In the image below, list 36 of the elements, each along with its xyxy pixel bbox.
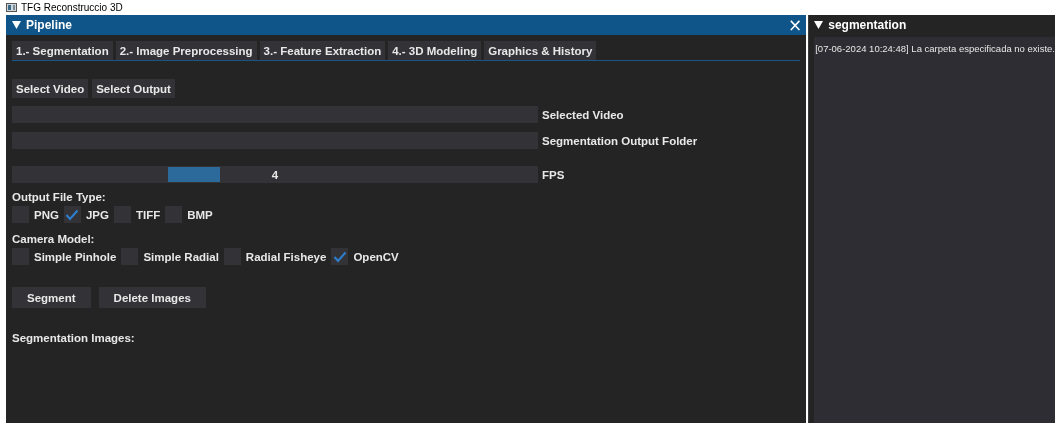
action-button[interactable]: Segment: [12, 287, 91, 308]
tab[interactable]: 3.- Feature Extraction: [259, 41, 386, 60]
collapse-triangle-icon[interactable]: [12, 21, 21, 29]
slider-handle[interactable]: [168, 167, 221, 182]
section-label: Segmentation Images:: [12, 332, 136, 344]
pipeline-title: Pipeline: [26, 18, 72, 32]
action-button[interactable]: Delete Images: [98, 287, 206, 308]
checkbox[interactable]: [331, 248, 349, 265]
log-title: segmentation: [828, 18, 907, 32]
slider-value: 4: [271, 168, 279, 181]
field-label: Segmentation Output Folder: [542, 134, 698, 147]
checkbox-label: PNG: [33, 208, 59, 221]
select-button[interactable]: Select Output: [92, 79, 175, 98]
app-icon: [6, 3, 17, 12]
checkbox-label: Radial Fisheye: [244, 250, 327, 263]
tab[interactable]: Graphics & History: [484, 41, 597, 60]
checkbox-label: Simple Pinhole: [33, 250, 117, 263]
tab[interactable]: 1.- Segmentation: [12, 41, 113, 60]
checkbox-label: OpenCV: [352, 250, 399, 263]
log-message: [07-06-2024 10:24:48] La carpeta especificada no existe.: [815, 43, 1055, 54]
field-label: Selected Video: [542, 108, 624, 121]
checkbox-label: TIFF: [134, 208, 161, 221]
group-label: Output File Type:: [12, 191, 107, 203]
tab[interactable]: 4.- 3D Modeling: [388, 41, 482, 60]
tab[interactable]: 2.- Image Preprocessing: [115, 41, 257, 60]
checkbox[interactable]: [63, 206, 81, 223]
checkbox-label: Simple Radial: [142, 250, 219, 263]
group-label: Camera Model:: [12, 233, 96, 245]
collapse-triangle-icon[interactable]: [814, 21, 824, 29]
fps-slider[interactable]: 4: [12, 166, 538, 183]
checkbox-label: BMP: [186, 208, 213, 221]
window-title: TFG Reconstruccio 3D: [21, 2, 123, 13]
close-button[interactable]: ×: [783, 16, 807, 34]
field-label: FPS: [542, 168, 565, 181]
checkbox-label: JPG: [84, 208, 109, 221]
select-button[interactable]: Select Video: [12, 79, 89, 98]
